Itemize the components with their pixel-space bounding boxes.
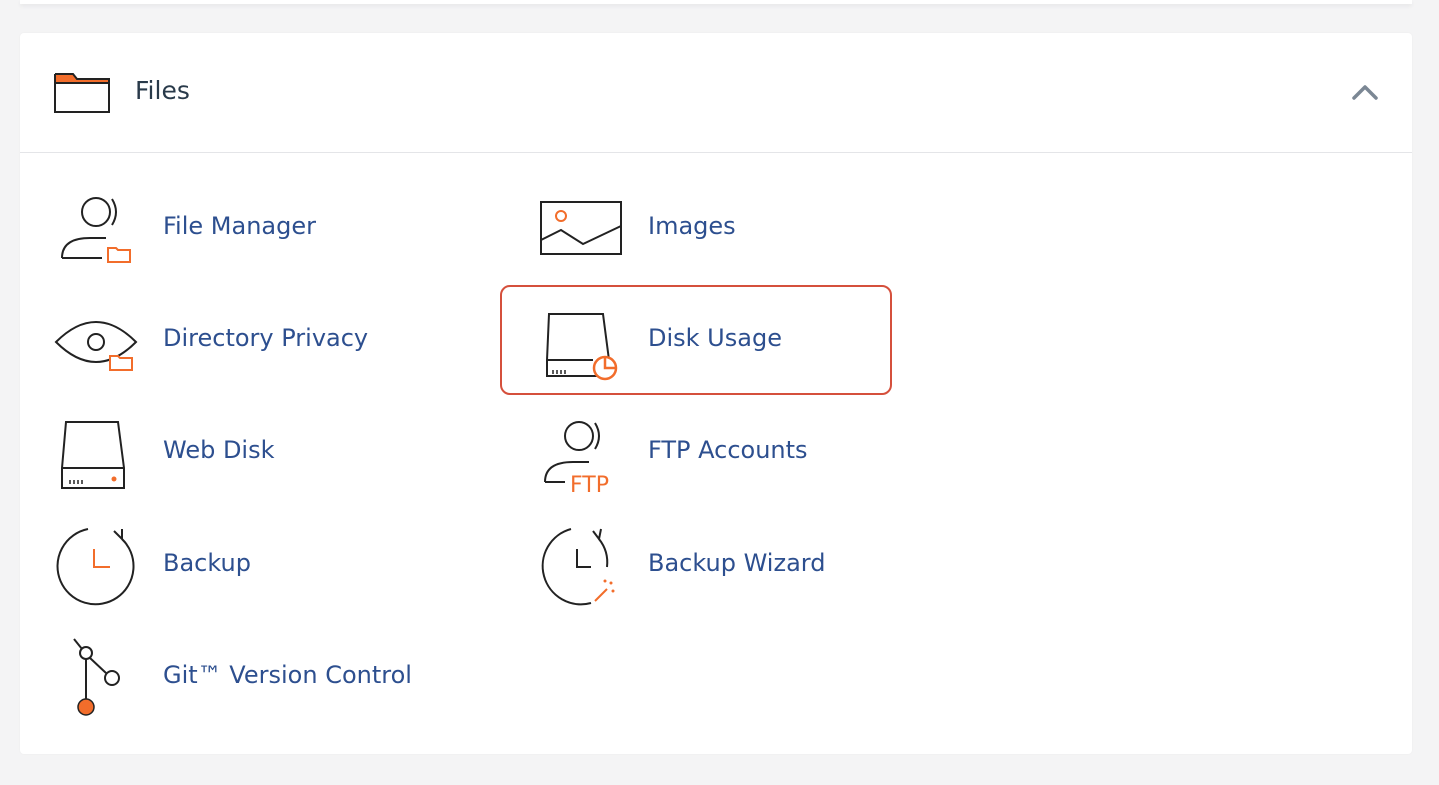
web-disk-icon	[61, 421, 125, 489]
item-label: FTP Accounts	[648, 436, 808, 464]
item-label: File Manager	[163, 212, 316, 240]
item-label: Directory Privacy	[163, 324, 369, 352]
git-version-control-icon	[73, 638, 120, 716]
ftp-accounts-icon: FTP	[544, 421, 609, 498]
disk-usage-icon	[546, 313, 618, 381]
item-label: Git™ Version Control	[163, 661, 412, 689]
backup-icon	[56, 528, 135, 606]
images-icon	[540, 201, 622, 255]
panel-header[interactable]: Files	[20, 33, 1412, 153]
backup-wizard-icon	[541, 528, 615, 606]
item-label: Backup	[163, 549, 251, 577]
file-manager-icon	[61, 197, 131, 263]
item-label: Images	[648, 212, 736, 240]
directory-privacy-icon	[54, 321, 138, 371]
top-panel-edge	[20, 0, 1412, 4]
folder-icon	[54, 73, 110, 113]
ftp-icon-text: FTP	[570, 473, 609, 498]
panel-title: Files	[135, 76, 190, 105]
item-label: Web Disk	[163, 436, 275, 464]
item-label: Backup Wizard	[648, 549, 826, 577]
item-label: Disk Usage	[648, 324, 782, 352]
chevron-up-icon[interactable]	[1348, 77, 1382, 107]
files-panel: Files File Manager Images Directory Priv…	[20, 33, 1412, 754]
